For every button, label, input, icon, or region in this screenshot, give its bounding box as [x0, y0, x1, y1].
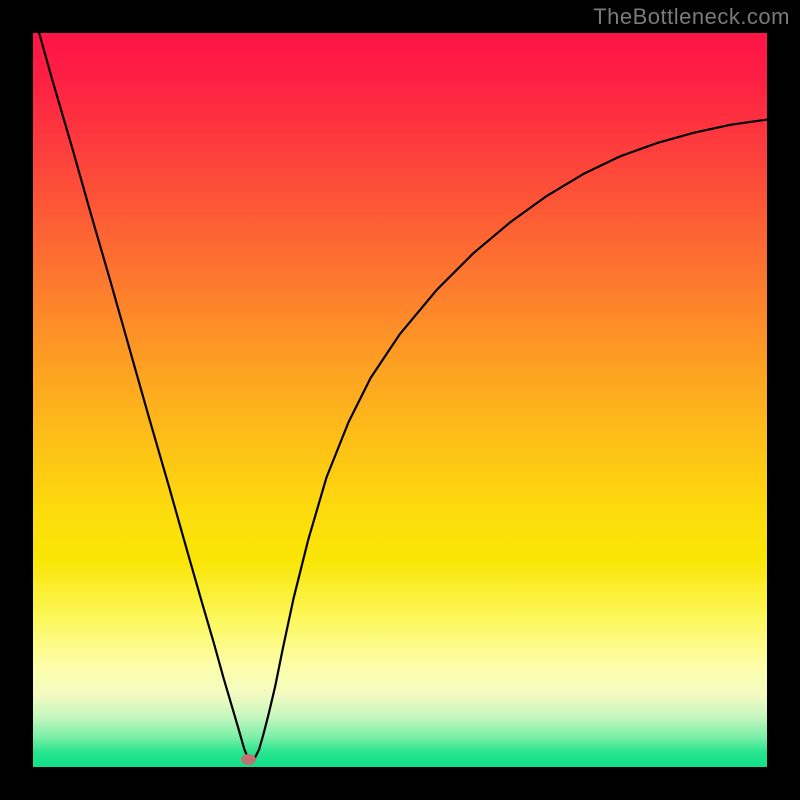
bottleneck-curve	[33, 33, 767, 767]
optimum-marker-icon	[241, 754, 256, 765]
watermark-text: TheBottleneck.com	[593, 4, 790, 30]
plot-area	[33, 33, 767, 767]
chart-frame: TheBottleneck.com	[0, 0, 800, 800]
